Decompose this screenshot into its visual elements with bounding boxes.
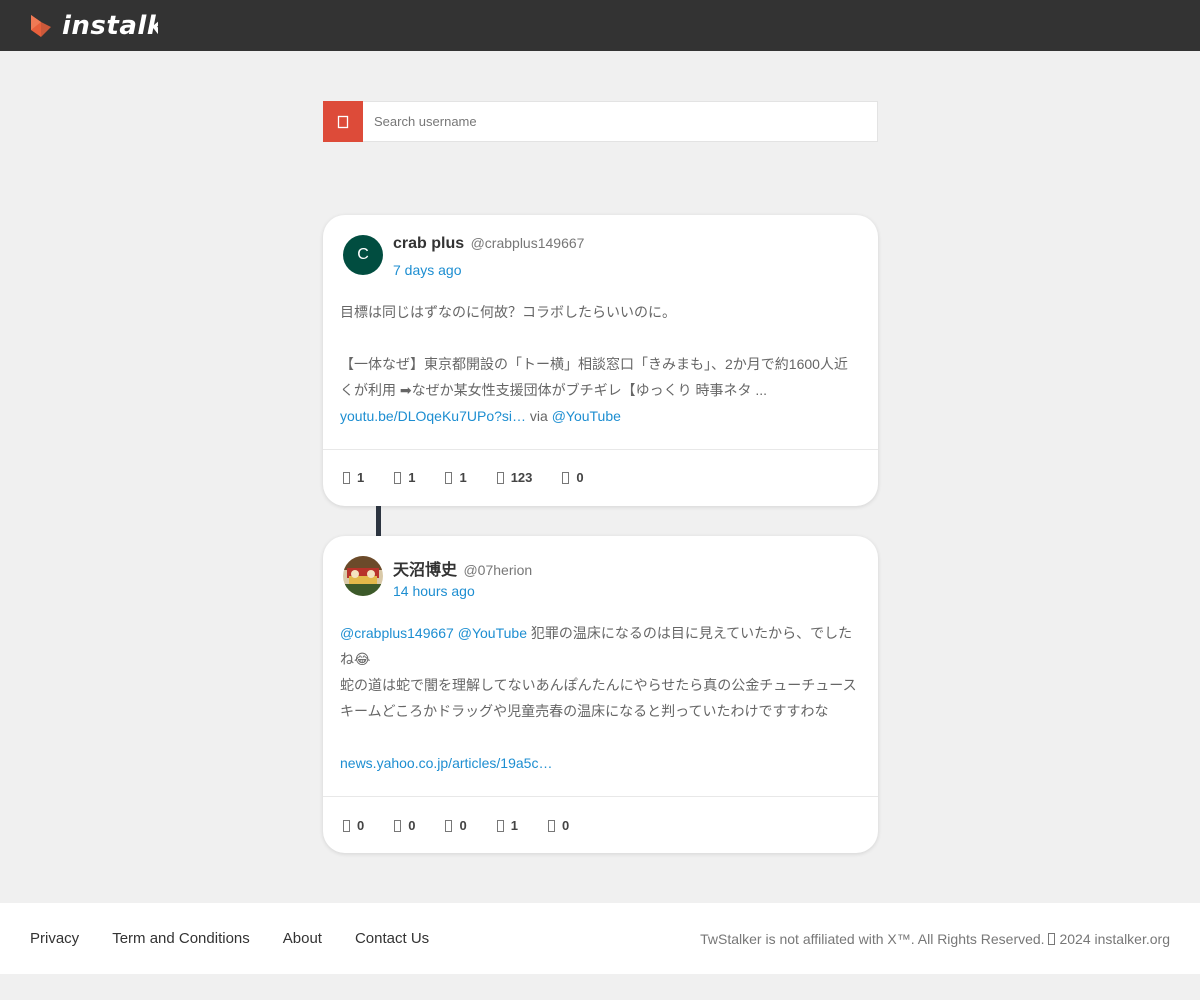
- author-handle[interactable]: @crabplus149667: [471, 235, 585, 251]
- reply-count: 0: [357, 818, 365, 833]
- tweet-text-line: くが利用 ➡なぜか某女性支援団体がブチギレ【ゆっくり 時事ネタ ...: [340, 382, 768, 398]
- footer-link-terms[interactable]: Term and Conditions: [112, 930, 250, 947]
- search-button[interactable]: [323, 101, 363, 142]
- tweet-time[interactable]: 14 hours ago: [393, 583, 475, 599]
- quote-icon: [445, 471, 453, 484]
- via-mention-link[interactable]: @YouTube: [552, 408, 621, 424]
- tweet-stats: 0 0 0 1 0: [343, 818, 599, 833]
- tweet-header: 天沼博史 @07herion 14 hours ago: [343, 556, 843, 606]
- avatar[interactable]: C: [343, 235, 383, 275]
- top-navbar: instalker: [0, 0, 1200, 51]
- author-line: crab plus @crabplus149667: [393, 235, 584, 253]
- author-name[interactable]: crab plus: [393, 235, 464, 252]
- retweet-stat[interactable]: 0: [394, 818, 415, 833]
- copyright: TwStalker is not affiliated with X™. All…: [700, 931, 1170, 947]
- avatar-image: [343, 556, 383, 596]
- retweet-count: 0: [408, 818, 416, 833]
- search-icon: [337, 115, 349, 128]
- search-bar: [323, 101, 878, 142]
- tweet-text-line: ね😂: [340, 651, 371, 667]
- eye-icon: [562, 471, 570, 484]
- tweet-text-line: キームどころかドラッグや児童売春の温床になると判っていたわけですすわな: [340, 703, 829, 719]
- thread-connector: [376, 506, 381, 536]
- view-stat[interactable]: 0: [547, 818, 570, 833]
- tweet-link[interactable]: news.yahoo.co.jp/articles/19a5c…: [340, 755, 552, 771]
- eye-icon: [547, 819, 555, 832]
- tweet-text-line: 蛇の道は蛇で闇を理解してないあんぽんたんにやらせたら真の公金チューチュース: [340, 677, 857, 693]
- reply-icon: [343, 471, 350, 484]
- tweet-stats: 1 1 1 123 0: [343, 470, 614, 485]
- retweet-icon: [394, 819, 402, 832]
- reply-icon: [343, 819, 350, 832]
- search-input[interactable]: [363, 102, 877, 141]
- tweet-body: 目標は同じはずなのに何故？コラボしたらいいのに。 【一体なぜ】東京都開設の「トー…: [340, 299, 860, 429]
- divider: [323, 449, 878, 450]
- tweet-card: C crab plus @crabplus149667 7 days ago 目…: [323, 215, 878, 506]
- like-count: 123: [510, 470, 533, 485]
- heart-icon: [496, 819, 504, 832]
- retweet-count: 1: [408, 470, 416, 485]
- like-stat[interactable]: 123: [496, 470, 533, 485]
- mention-link[interactable]: @crabplus149667: [340, 625, 454, 641]
- reply-stat[interactable]: 1: [343, 470, 364, 485]
- tweet-card: 天沼博史 @07herion 14 hours ago @crabplus149…: [323, 536, 878, 853]
- retweet-icon: [394, 471, 402, 484]
- quote-count: 0: [459, 818, 467, 833]
- like-count: 1: [510, 818, 518, 833]
- mention-link[interactable]: @YouTube: [458, 625, 527, 641]
- heart-icon: [496, 471, 504, 484]
- quote-stat[interactable]: 1: [445, 470, 467, 485]
- footer-link-about[interactable]: About: [283, 930, 322, 947]
- tweet-text-line: 目標は同じはずなのに何故？コラボしたらいいのに。: [340, 304, 676, 320]
- tweet-link[interactable]: youtu.be/DLOqeKu7UPo?si…: [340, 408, 526, 424]
- reply-stat[interactable]: 0: [343, 818, 364, 833]
- footer-links: Privacy Term and Conditions About Contac…: [30, 930, 462, 947]
- like-stat[interactable]: 1: [496, 818, 518, 833]
- tweet-header: C crab plus @crabplus149667 7 days ago: [343, 235, 843, 285]
- tweet-body: @crabplus149667 @YouTube 犯罪の温床になるのは目に見えて…: [340, 620, 860, 776]
- view-count: 0: [561, 818, 570, 833]
- reply-count: 1: [357, 470, 365, 485]
- author-line: 天沼博史 @07herion: [393, 556, 532, 580]
- view-count: 0: [576, 470, 584, 485]
- footer-link-contact[interactable]: Contact Us: [355, 930, 429, 947]
- copyright-icon: [1048, 933, 1056, 945]
- footer-link-privacy[interactable]: Privacy: [30, 930, 79, 947]
- author-handle[interactable]: @07herion: [463, 562, 532, 578]
- logo-text: instalker: [62, 11, 158, 41]
- author-name[interactable]: 天沼博史: [393, 562, 457, 579]
- logo-mark-icon: [31, 15, 51, 37]
- footer: Privacy Term and Conditions About Contac…: [0, 903, 1200, 974]
- avatar-letter: C: [357, 246, 369, 263]
- copyright-text: TwStalker is not affiliated with X™. All…: [700, 931, 1049, 947]
- tweet-time[interactable]: 7 days ago: [393, 262, 462, 278]
- via-text: via: [529, 408, 548, 424]
- view-stat[interactable]: 0: [562, 470, 584, 485]
- copyright-year: 2024 instalker.org: [1059, 931, 1170, 947]
- site-logo[interactable]: instalker: [28, 10, 158, 42]
- avatar[interactable]: [343, 556, 383, 596]
- tweet-text-line: 【一体なぜ】東京都開設の「トー横」相談窓口「きみまも」、2か月で約1600人近: [340, 356, 848, 372]
- quote-stat[interactable]: 0: [445, 818, 467, 833]
- quote-count: 1: [459, 470, 467, 485]
- retweet-stat[interactable]: 1: [394, 470, 415, 485]
- quote-icon: [445, 819, 453, 832]
- divider: [323, 796, 878, 797]
- tweet-text: 犯罪の温床になるのは目に見えていたから、でした: [530, 625, 853, 641]
